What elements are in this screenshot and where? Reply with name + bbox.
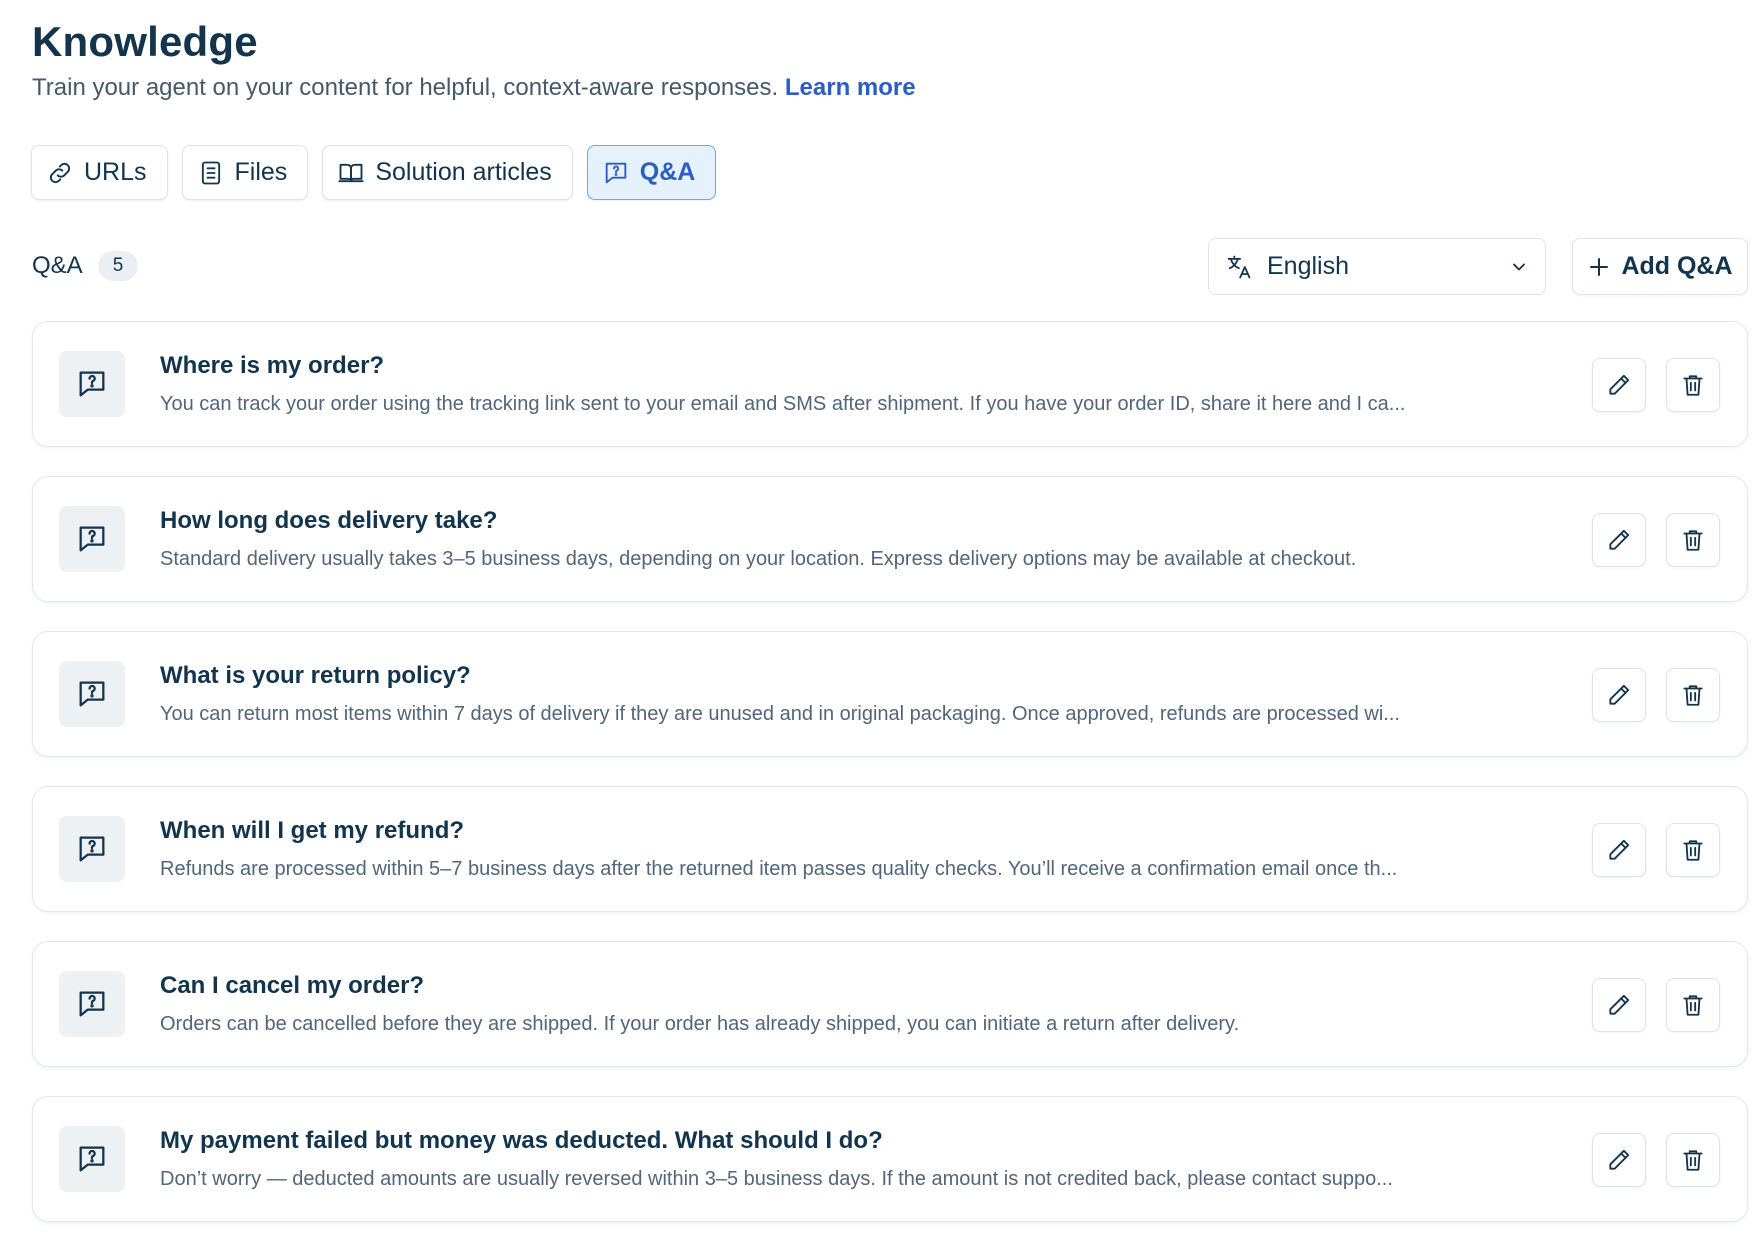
page-title: Knowledge — [32, 18, 258, 65]
chevron-down-icon — [1513, 263, 1525, 270]
trash-icon — [1683, 1150, 1703, 1171]
link-icon — [49, 162, 71, 183]
qa-answer: Orders can be cancelled before they are … — [160, 1013, 1240, 1035]
qa-card[interactable]: My payment failed but money was deducted… — [32, 1096, 1748, 1222]
delete-button[interactable] — [1666, 668, 1720, 722]
delete-button[interactable] — [1666, 513, 1720, 567]
edit-button[interactable] — [1592, 978, 1646, 1032]
tab-qa[interactable]: Q&A — [586, 145, 717, 200]
learn-more-link[interactable]: Learn more — [785, 74, 916, 101]
qa-question: What is your return policy? — [160, 662, 471, 689]
qa-icon-box — [59, 971, 125, 1037]
question-chat-icon — [605, 162, 627, 183]
tab-label: Q&A — [639, 158, 696, 186]
trash-icon — [1683, 995, 1703, 1016]
tab-solution-articles[interactable]: Solution articles — [322, 145, 573, 200]
qa-card[interactable]: How long does delivery take? Standard de… — [32, 476, 1748, 602]
qa-card[interactable]: Where is my order? You can track your or… — [32, 321, 1748, 447]
pencil-icon — [1609, 994, 1630, 1015]
book-icon — [338, 163, 364, 182]
count-badge: 5 — [98, 251, 138, 281]
pencil-icon — [1609, 839, 1630, 860]
qa-card[interactable]: Can I cancel my order? Orders can be can… — [32, 941, 1748, 1067]
add-qa-label: Add Q&A — [1621, 252, 1733, 280]
tab-files[interactable]: Files — [181, 145, 309, 200]
qa-question: How long does delivery take? — [160, 507, 498, 534]
pencil-icon — [1609, 529, 1630, 550]
qa-icon-box — [59, 506, 125, 572]
list-title: Q&A — [32, 252, 83, 279]
qa-icon-box — [59, 351, 125, 417]
pencil-icon — [1609, 684, 1630, 705]
question-chat-icon — [79, 836, 105, 862]
question-chat-icon — [79, 681, 105, 707]
knowledge-tabs: URLs Files Solution articles Q&A — [31, 145, 717, 200]
tab-label: URLs — [84, 158, 147, 186]
delete-button[interactable] — [1666, 823, 1720, 877]
delete-button[interactable] — [1666, 358, 1720, 412]
qa-icon-box — [59, 661, 125, 727]
translate-icon — [1227, 255, 1251, 278]
question-chat-icon — [79, 991, 105, 1017]
question-chat-icon — [79, 371, 105, 397]
edit-button[interactable] — [1592, 358, 1646, 412]
pencil-icon — [1609, 1149, 1630, 1170]
qa-answer: Standard delivery usually takes 3–5 busi… — [160, 548, 1357, 570]
qa-list: Where is my order? You can track your or… — [32, 321, 1748, 1240]
tab-label: Files — [234, 158, 288, 186]
qa-answer: Don’t worry — deducted amounts are usual… — [160, 1168, 1393, 1190]
language-select[interactable]: English — [1208, 238, 1546, 295]
add-qa-button[interactable]: Add Q&A — [1572, 238, 1748, 295]
trash-icon — [1683, 375, 1703, 396]
tab-urls[interactable]: URLs — [31, 145, 168, 200]
qa-answer: You can return most items within 7 days … — [160, 703, 1400, 725]
question-chat-icon — [79, 526, 105, 552]
edit-button[interactable] — [1592, 1133, 1646, 1187]
file-icon — [201, 161, 220, 184]
qa-question: When will I get my refund? — [160, 817, 465, 844]
edit-button[interactable] — [1592, 823, 1646, 877]
trash-icon — [1683, 530, 1703, 551]
tab-label: Solution articles — [375, 158, 552, 186]
qa-icon-box — [59, 1126, 125, 1192]
qa-question: My payment failed but money was deducted… — [160, 1127, 883, 1154]
qa-card[interactable]: What is your return policy? You can retu… — [32, 631, 1748, 757]
page-subtitle: Train your agent on your content for hel… — [32, 74, 916, 102]
qa-answer: Refunds are processed within 5–7 busines… — [160, 858, 1398, 880]
trash-icon — [1683, 840, 1703, 861]
qa-answer: You can track your order using the track… — [160, 393, 1406, 415]
delete-button[interactable] — [1666, 978, 1720, 1032]
plus-icon — [1590, 257, 1609, 276]
edit-button[interactable] — [1592, 668, 1646, 722]
delete-button[interactable] — [1666, 1133, 1720, 1187]
qa-card[interactable]: When will I get my refund? Refunds are p… — [32, 786, 1748, 912]
qa-icon-box — [59, 816, 125, 882]
subtitle-text: Train your agent on your content for hel… — [32, 74, 779, 101]
pencil-icon — [1609, 374, 1630, 395]
edit-button[interactable] — [1592, 513, 1646, 567]
trash-icon — [1683, 685, 1703, 706]
question-chat-icon — [79, 1146, 105, 1172]
qa-question: Where is my order? — [160, 352, 385, 379]
qa-question: Can I cancel my order? — [160, 972, 425, 999]
language-value: English — [1267, 252, 1349, 280]
